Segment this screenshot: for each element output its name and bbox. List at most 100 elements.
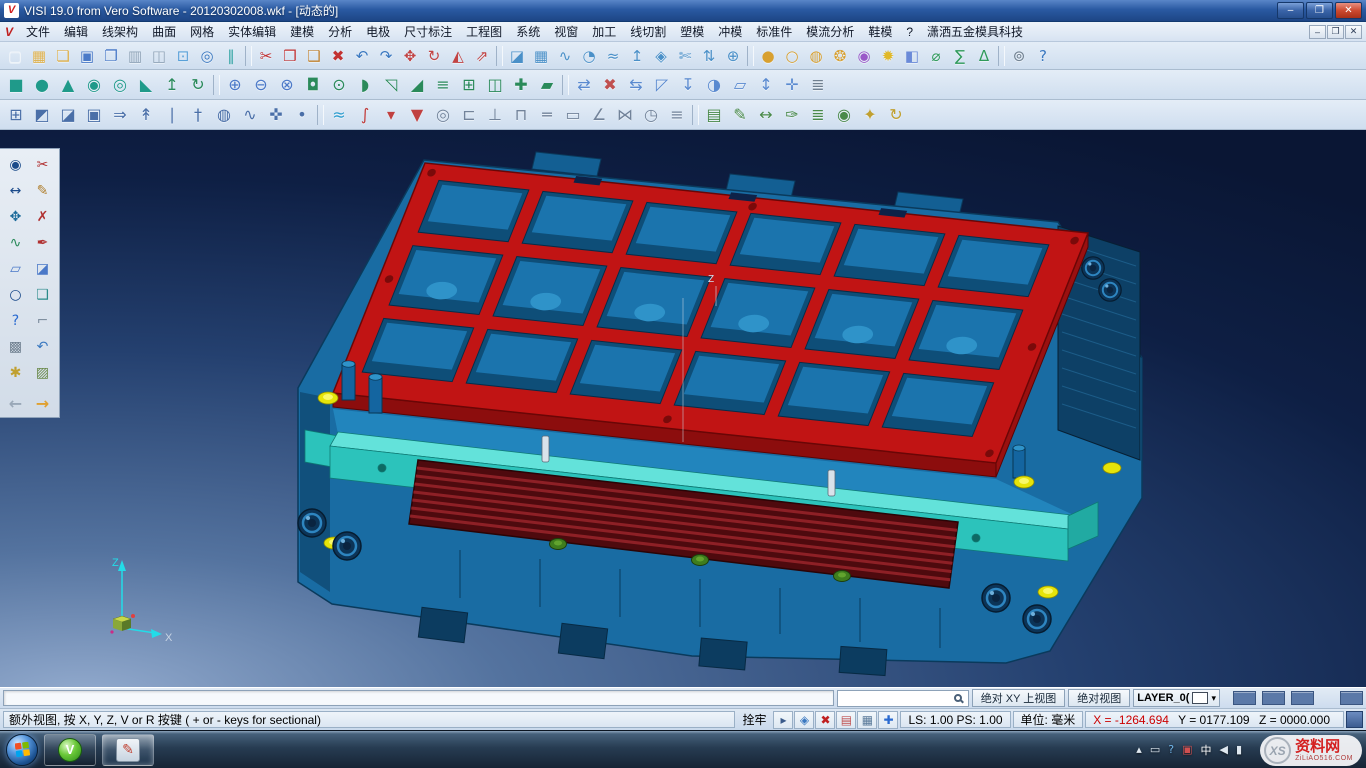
sheet-icon[interactable]: ▱ xyxy=(2,256,29,282)
shell-icon[interactable]: ◘ xyxy=(300,73,326,97)
abs-view-button[interactable]: 绝对视图 xyxy=(1068,689,1130,707)
cavity-icon[interactable]: ◪ xyxy=(55,103,81,127)
layer-dropdown-icon[interactable]: ▾ xyxy=(1211,693,1216,704)
menu-wireframe[interactable]: 线架构 xyxy=(95,23,145,40)
cylinder-solid-icon[interactable]: ● xyxy=(29,73,55,97)
menu-company[interactable]: 潇洒五金模具科技 xyxy=(920,23,1030,40)
view-swatch-2-button[interactable] xyxy=(1262,691,1285,705)
offset-icon[interactable]: ⇅ xyxy=(697,45,721,67)
menu-mold[interactable]: 塑模 xyxy=(673,23,711,40)
locating-ring-icon[interactable]: ◎ xyxy=(430,103,456,127)
visibility-icon[interactable]: ◉ xyxy=(831,103,857,127)
red-flag-icon[interactable]: ▤ xyxy=(836,711,856,729)
menu-surface[interactable]: 曲面 xyxy=(145,23,183,40)
move-face-icon[interactable]: ⇄ xyxy=(571,73,597,97)
cut-icon[interactable]: ✂ xyxy=(254,45,278,67)
delete-face-icon[interactable]: ✖ xyxy=(597,73,623,97)
mdi-minimize-button[interactable]: – xyxy=(1309,25,1326,39)
undo-icon[interactable]: ↶ xyxy=(350,45,374,67)
vent-icon[interactable]: ≡ xyxy=(664,103,690,127)
print-icon[interactable]: ▥ xyxy=(123,45,147,67)
hole-icon[interactable]: ⊙ xyxy=(326,73,352,97)
graphics-taskbar-button[interactable]: ✎ xyxy=(102,734,154,766)
network-icon[interactable]: ▮ xyxy=(1236,743,1242,756)
split-solid-icon[interactable]: ◫ xyxy=(482,73,508,97)
update-model-icon[interactable]: ↻ xyxy=(883,103,909,127)
boolean-union-icon[interactable]: ⊕ xyxy=(222,73,248,97)
maximize-button[interactable]: ❐ xyxy=(1306,2,1333,19)
volume-icon[interactable]: ◀ xyxy=(1219,743,1227,756)
trim-icon[interactable]: ✄ xyxy=(673,45,697,67)
minimize-button[interactable]: – xyxy=(1277,2,1304,19)
ime-chinese-icon[interactable]: 中 xyxy=(1200,742,1211,758)
security-alert-icon[interactable]: ▣ xyxy=(1182,743,1192,756)
auto-dimension-icon[interactable]: ↔ xyxy=(753,103,779,127)
layer-selector[interactable]: LAYER_0( ▾ xyxy=(1133,689,1220,707)
erase-icon[interactable]: ✗ xyxy=(29,204,56,230)
mdi-restore-button[interactable]: ❐ xyxy=(1327,25,1344,39)
search-box[interactable] xyxy=(837,690,969,707)
annotation-icon[interactable]: ✑ xyxy=(779,103,805,127)
menu-shoe[interactable]: 鞋模 xyxy=(861,23,899,40)
query-icon[interactable]: ? xyxy=(2,308,29,334)
visi-taskbar-button[interactable]: V xyxy=(44,734,96,766)
layer-manager-icon[interactable]: ≣ xyxy=(805,103,831,127)
section-icon[interactable]: ◧ xyxy=(900,45,924,67)
view-swatch-3-button[interactable] xyxy=(1291,691,1314,705)
menu-dimension[interactable]: 尺寸标注 xyxy=(397,23,459,40)
sew-icon[interactable]: ✚ xyxy=(508,73,534,97)
viewport[interactable]: Z Z X ◉✂↔✎✥✗∿✒▱◪○❑?⌐▩↶✱▨ xyxy=(0,130,1366,687)
extrude-icon[interactable]: ↥ xyxy=(625,45,649,67)
plane-icon[interactable]: ◪ xyxy=(505,45,529,67)
pause-redraw-icon[interactable]: ∥ xyxy=(219,45,243,67)
datum-plane-icon[interactable]: ▱ xyxy=(727,73,753,97)
chamfer-icon[interactable]: ◹ xyxy=(378,73,404,97)
menu-system[interactable]: 系统 xyxy=(509,23,547,40)
save-icon[interactable]: ▣ xyxy=(75,45,99,67)
delete-selection-icon[interactable]: ✖ xyxy=(815,711,835,729)
scale-icon[interactable]: ⇗ xyxy=(470,45,494,67)
zoom-icon[interactable]: ◉ xyxy=(2,152,29,178)
guide-pin-icon[interactable]: † xyxy=(185,103,211,127)
menu-drafting[interactable]: 工程图 xyxy=(459,23,509,40)
trim-curve-icon[interactable]: ✂ xyxy=(29,152,56,178)
rail-icon[interactable]: ═ xyxy=(534,103,560,127)
abs-xy-view-button[interactable]: 绝对 XY 上视图 xyxy=(972,689,1066,707)
image-icon[interactable]: ▨ xyxy=(29,360,56,386)
slide-unit-icon[interactable]: ⇒ xyxy=(107,103,133,127)
clamp-slot-icon[interactable]: ⊏ xyxy=(456,103,482,127)
extrude-solid-icon[interactable]: ↥ xyxy=(159,73,185,97)
sweep-icon[interactable]: ∿ xyxy=(553,45,577,67)
menu-machining[interactable]: 加工 xyxy=(585,23,623,40)
sprue-icon[interactable]: ▼ xyxy=(404,103,430,127)
menu-standard-parts[interactable]: 标准件 xyxy=(749,23,799,40)
redo-icon[interactable]: ↷ xyxy=(374,45,398,67)
undo-view-icon[interactable]: ↶ xyxy=(29,334,56,360)
solid-icon[interactable]: ❑ xyxy=(29,282,56,308)
workplane-icon[interactable]: ◪ xyxy=(29,256,56,282)
insert-block-icon[interactable]: ▣ xyxy=(81,103,107,127)
interlock-icon[interactable]: ⋈ xyxy=(612,103,638,127)
help-docs-icon[interactable]: ? xyxy=(1031,45,1055,67)
hidden-icons-icon[interactable]: ▴ xyxy=(1136,743,1142,756)
boolean-intersect-icon[interactable]: ⊗ xyxy=(274,73,300,97)
menu-flow-analysis[interactable]: 模流分析 xyxy=(799,23,861,40)
curve-icon[interactable]: ∿ xyxy=(2,230,29,256)
silhouette-icon[interactable]: ◑ xyxy=(701,73,727,97)
replace-face-icon[interactable]: ⇆ xyxy=(623,73,649,97)
datum-axis-icon[interactable]: ↕ xyxy=(753,73,779,97)
feature-tree-icon[interactable]: ≣ xyxy=(805,73,831,97)
boolean-subtract-icon[interactable]: ⊖ xyxy=(248,73,274,97)
menu-help[interactable]: ? xyxy=(899,25,920,39)
close-button[interactable]: ✕ xyxy=(1335,2,1362,19)
menu-window[interactable]: 视窗 xyxy=(547,23,585,40)
bom-list-icon[interactable]: ▤ xyxy=(701,103,727,127)
search-entities-icon[interactable]: ◎ xyxy=(195,45,219,67)
lock-icon[interactable]: ▩ xyxy=(2,334,29,360)
start-button[interactable] xyxy=(6,734,38,766)
corner-icon[interactable]: ⌐ xyxy=(29,308,56,334)
rotate-icon[interactable]: ↻ xyxy=(422,45,446,67)
render-icon[interactable]: ❂ xyxy=(828,45,852,67)
mirror-icon[interactable]: ◭ xyxy=(446,45,470,67)
cone-solid-icon[interactable]: ▲ xyxy=(55,73,81,97)
